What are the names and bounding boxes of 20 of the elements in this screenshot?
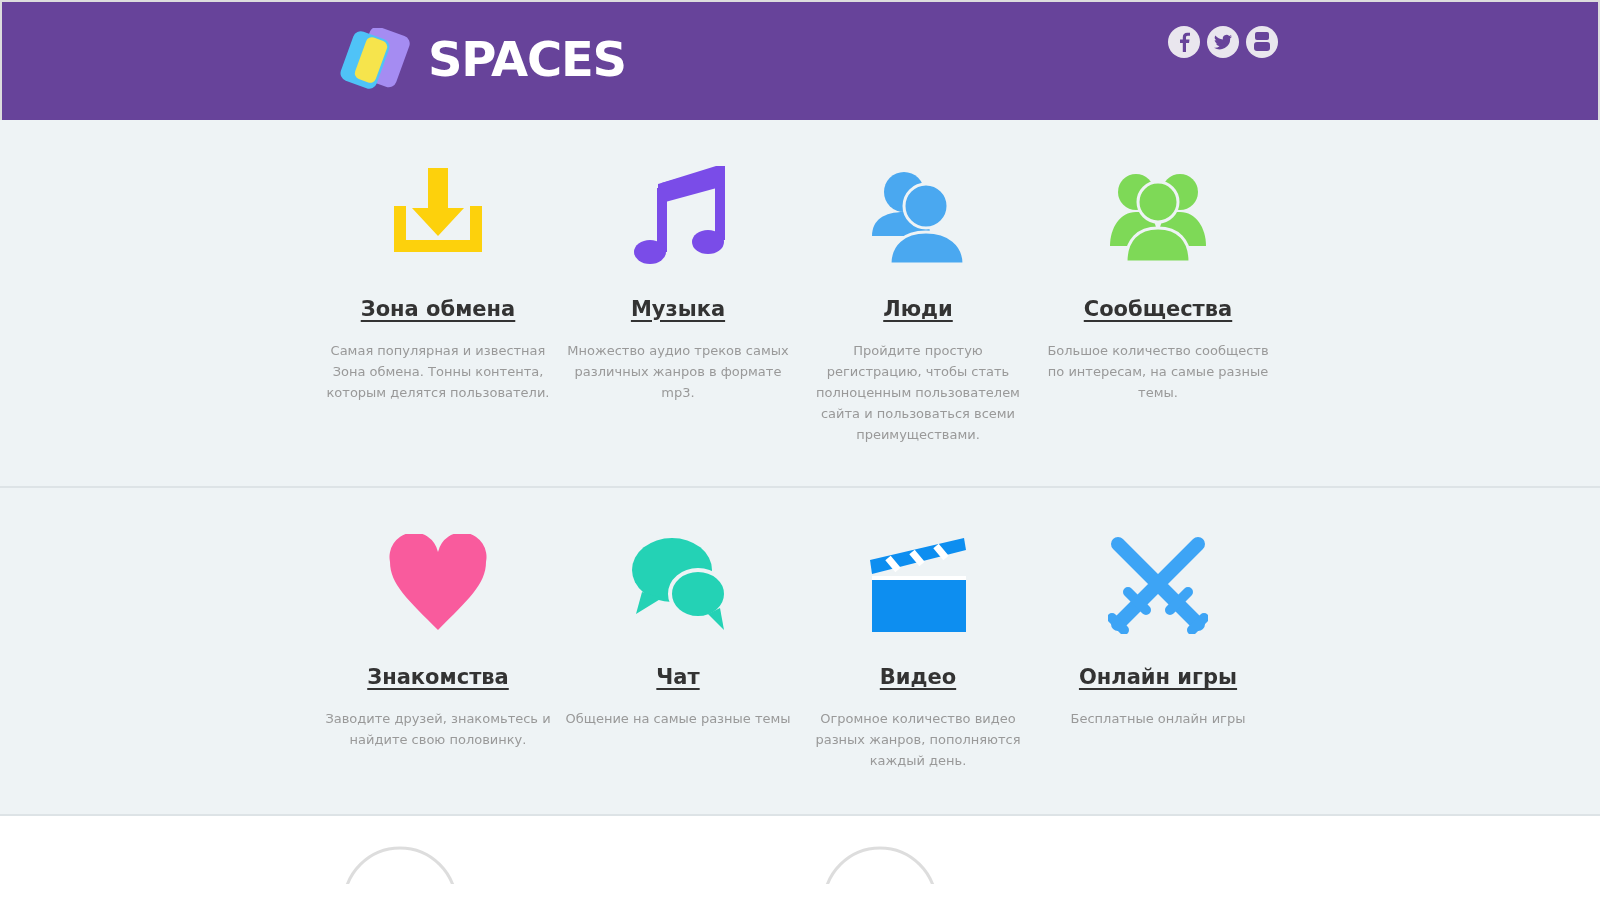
feature-link[interactable]: Знакомства bbox=[367, 662, 509, 694]
crossed-swords-icon[interactable] bbox=[1108, 534, 1208, 634]
feature-description: Общение на самые разные темы bbox=[565, 709, 791, 728]
feature-link[interactable]: Зона обмена bbox=[360, 294, 516, 326]
logo-text[interactable]: SPACES bbox=[428, 35, 626, 83]
feature-description: Пройдите простую регистрацию, чтобы стать полноценным пользователем сайта и пользоваться всеми преимуществами. bbox=[815, 341, 1021, 444]
facebook-icon[interactable] bbox=[1168, 26, 1200, 58]
feature-description: Бесплатные онлайн игры bbox=[1069, 709, 1247, 728]
feature-description: Огромное количество видео разных жанров, пополняются каждый день. bbox=[814, 709, 1022, 770]
feature-link[interactable]: Онлайн игры bbox=[1078, 662, 1238, 694]
feature-link[interactable]: Видео bbox=[879, 662, 957, 694]
feature-link[interactable]: Люди bbox=[883, 294, 953, 326]
feature-description: Самая популярная и известная Зона обмена. Тонны контента, которым делятся пользователи. bbox=[325, 341, 551, 402]
feature-description: Большое количество сообществ по интересам, на самые разные темы. bbox=[1046, 341, 1270, 402]
feature-description: Множество аудио треков самых различных жанров в формате mp3. bbox=[566, 341, 790, 402]
feature-link[interactable]: Чат bbox=[656, 662, 700, 694]
feature-link[interactable]: Сообщества bbox=[1083, 294, 1233, 326]
feature-description: Заводите друзей, знакомьтесь и найдите свою половинку. bbox=[325, 709, 551, 749]
twitter-icon[interactable] bbox=[1207, 26, 1239, 58]
feature-link[interactable]: Музыка bbox=[630, 294, 726, 326]
